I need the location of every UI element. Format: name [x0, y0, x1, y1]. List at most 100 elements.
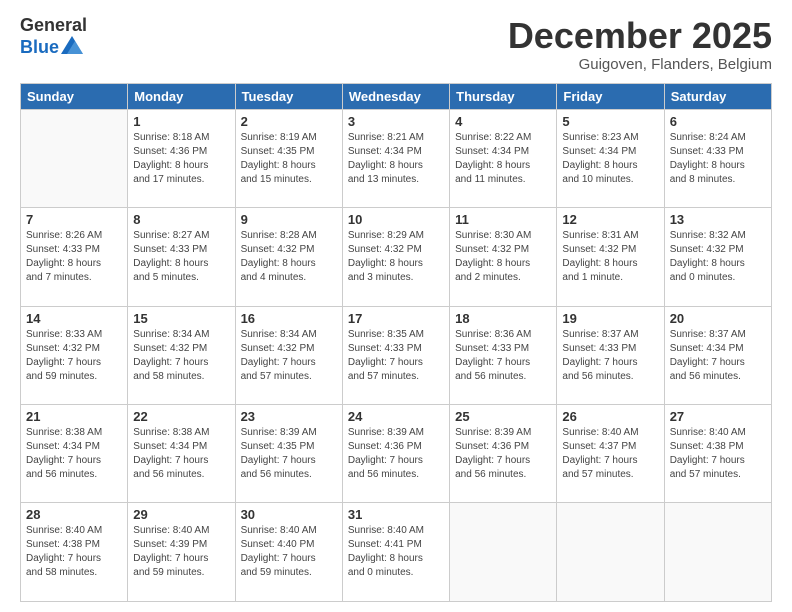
day-number: 25	[455, 409, 551, 424]
calendar-cell: 4 Sunrise: 8:22 AMSunset: 4:34 PMDaylight…	[450, 109, 557, 207]
calendar-cell: 22Sunrise: 8:38 AMSunset: 4:34 PMDayligh…	[128, 405, 235, 503]
calendar-week-1: 1 Sunrise: 8:18 AMSunset: 4:36 PMDaylight…	[21, 109, 772, 207]
day-number: 23	[241, 409, 337, 424]
day-number: 4	[455, 114, 551, 129]
calendar-week-4: 21 Sunrise: 8:38 AMSunset: 4:34 PMDayligh…	[21, 405, 772, 503]
day-info: Sunrise: 8:36 AMSunset: 4:33 PMDaylight:…	[455, 328, 551, 384]
day-number: 2	[241, 114, 337, 129]
calendar-cell	[21, 109, 128, 207]
calendar-cell: 21Sunrise: 8:38 AMSunset: 4:34 PMDayligh…	[21, 405, 128, 503]
day-number: 26	[562, 409, 658, 424]
calendar-cell: 9Sunrise: 8:28 AMSunset: 4:32 PMDaylight…	[235, 208, 342, 306]
day-info: Sunrise: 8:32 AMSunset: 4:32 PMDaylight:…	[670, 229, 766, 285]
header-row: Sunday Monday Tuesday Wednesday Thursday…	[21, 83, 772, 109]
day-info: Sunrise: 8:39 AMSunset: 4:36 PMDaylight:…	[348, 426, 444, 482]
calendar-cell: 5 Sunrise: 8:23 AMSunset: 4:34 PMDaylight…	[557, 109, 664, 207]
day-info: Sunrise: 8:34 AMSunset: 4:32 PMDaylight:…	[241, 328, 337, 384]
calendar-cell: 1 Sunrise: 8:18 AMSunset: 4:36 PMDaylight…	[128, 109, 235, 207]
day-number: 15	[133, 311, 229, 326]
day-number: 18	[455, 311, 551, 326]
day-number: 28	[26, 507, 122, 522]
calendar-cell: 13Sunrise: 8:32 AMSunset: 4:32 PMDayligh…	[664, 208, 771, 306]
day-number: 11	[455, 212, 551, 227]
day-info: Sunrise: 8:18 AMSunset: 4:36 PMDaylight:…	[133, 131, 229, 187]
day-info: Sunrise: 8:24 AMSunset: 4:33 PMDaylight:…	[670, 131, 766, 187]
calendar-cell: 25Sunrise: 8:39 AMSunset: 4:36 PMDayligh…	[450, 405, 557, 503]
day-info: Sunrise: 8:22 AMSunset: 4:34 PMDaylight:…	[455, 131, 551, 187]
calendar-cell: 7 Sunrise: 8:26 AMSunset: 4:33 PMDaylight…	[21, 208, 128, 306]
calendar-header: Sunday Monday Tuesday Wednesday Thursday…	[21, 83, 772, 109]
day-info: Sunrise: 8:31 AMSunset: 4:32 PMDaylight:…	[562, 229, 658, 285]
col-wednesday: Wednesday	[342, 83, 449, 109]
page: General Blue December 2025 Guigoven, F	[0, 0, 792, 612]
day-number: 12	[562, 212, 658, 227]
calendar-cell: 8 Sunrise: 8:27 AMSunset: 4:33 PMDaylight…	[128, 208, 235, 306]
day-number: 16	[241, 311, 337, 326]
day-info: Sunrise: 8:39 AMSunset: 4:35 PMDaylight:…	[241, 426, 337, 482]
day-info: Sunrise: 8:40 AMSunset: 4:37 PMDaylight:…	[562, 426, 658, 482]
calendar-cell: 29 Sunrise: 8:40 AMSunset: 4:39 PMDayligh…	[128, 503, 235, 602]
calendar-cell: 17Sunrise: 8:35 AMSunset: 4:33 PMDayligh…	[342, 306, 449, 404]
day-number: 6	[670, 114, 766, 129]
calendar-cell: 10 Sunrise: 8:29 AMSunset: 4:32 PMDayligh…	[342, 208, 449, 306]
day-info: Sunrise: 8:26 AMSunset: 4:33 PMDaylight:…	[26, 229, 122, 285]
day-number: 27	[670, 409, 766, 424]
day-info: Sunrise: 8:34 AMSunset: 4:32 PMDaylight:…	[133, 328, 229, 384]
title-section: December 2025 Guigoven, Flanders, Belgiu…	[508, 16, 772, 73]
day-number: 24	[348, 409, 444, 424]
day-info: Sunrise: 8:30 AMSunset: 4:32 PMDaylight:…	[455, 229, 551, 285]
day-info: Sunrise: 8:27 AMSunset: 4:33 PMDaylight:…	[133, 229, 229, 285]
day-number: 1	[133, 114, 229, 129]
day-number: 5	[562, 114, 658, 129]
day-number: 29	[133, 507, 229, 522]
day-number: 31	[348, 507, 444, 522]
day-info: Sunrise: 8:19 AMSunset: 4:35 PMDaylight:…	[241, 131, 337, 187]
header: General Blue December 2025 Guigoven, F	[20, 16, 772, 73]
day-info: Sunrise: 8:28 AMSunset: 4:32 PMDaylight:…	[241, 229, 337, 285]
day-info: Sunrise: 8:35 AMSunset: 4:33 PMDaylight:…	[348, 328, 444, 384]
day-number: 20	[670, 311, 766, 326]
day-info: Sunrise: 8:37 AMSunset: 4:34 PMDaylight:…	[670, 328, 766, 384]
logo-blue: Blue	[20, 38, 59, 58]
calendar-week-3: 14Sunrise: 8:33 AMSunset: 4:32 PMDayligh…	[21, 306, 772, 404]
logo-icon	[61, 36, 83, 59]
day-number: 3	[348, 114, 444, 129]
calendar-cell: 27Sunrise: 8:40 AMSunset: 4:38 PMDayligh…	[664, 405, 771, 503]
day-number: 7	[26, 212, 122, 227]
location-subtitle: Guigoven, Flanders, Belgium	[508, 56, 772, 73]
day-number: 10	[348, 212, 444, 227]
calendar-cell: 15 Sunrise: 8:34 AMSunset: 4:32 PMDayligh…	[128, 306, 235, 404]
day-info: Sunrise: 8:40 AMSunset: 4:39 PMDaylight:…	[133, 524, 229, 580]
calendar-cell: 14Sunrise: 8:33 AMSunset: 4:32 PMDayligh…	[21, 306, 128, 404]
calendar-cell: 3 Sunrise: 8:21 AMSunset: 4:34 PMDaylight…	[342, 109, 449, 207]
day-info: Sunrise: 8:40 AMSunset: 4:40 PMDaylight:…	[241, 524, 337, 580]
calendar-week-5: 28Sunrise: 8:40 AMSunset: 4:38 PMDayligh…	[21, 503, 772, 602]
col-saturday: Saturday	[664, 83, 771, 109]
day-info: Sunrise: 8:21 AMSunset: 4:34 PMDaylight:…	[348, 131, 444, 187]
day-info: Sunrise: 8:37 AMSunset: 4:33 PMDaylight:…	[562, 328, 658, 384]
calendar-cell	[664, 503, 771, 602]
day-number: 8	[133, 212, 229, 227]
day-info: Sunrise: 8:38 AMSunset: 4:34 PMDaylight:…	[133, 426, 229, 482]
calendar-cell: 18 Sunrise: 8:36 AMSunset: 4:33 PMDayligh…	[450, 306, 557, 404]
calendar-cell: 19Sunrise: 8:37 AMSunset: 4:33 PMDayligh…	[557, 306, 664, 404]
calendar-week-2: 7 Sunrise: 8:26 AMSunset: 4:33 PMDaylight…	[21, 208, 772, 306]
calendar-cell: 30Sunrise: 8:40 AMSunset: 4:40 PMDayligh…	[235, 503, 342, 602]
calendar-table: Sunday Monday Tuesday Wednesday Thursday…	[20, 83, 772, 602]
calendar-body: 1 Sunrise: 8:18 AMSunset: 4:36 PMDaylight…	[21, 109, 772, 601]
calendar-cell: 16 Sunrise: 8:34 AMSunset: 4:32 PMDayligh…	[235, 306, 342, 404]
calendar-cell: 23 Sunrise: 8:39 AMSunset: 4:35 PMDayligh…	[235, 405, 342, 503]
col-tuesday: Tuesday	[235, 83, 342, 109]
calendar-cell: 6 Sunrise: 8:24 AMSunset: 4:33 PMDaylight…	[664, 109, 771, 207]
day-info: Sunrise: 8:23 AMSunset: 4:34 PMDaylight:…	[562, 131, 658, 187]
day-number: 21	[26, 409, 122, 424]
calendar-cell: 12 Sunrise: 8:31 AMSunset: 4:32 PMDayligh…	[557, 208, 664, 306]
col-sunday: Sunday	[21, 83, 128, 109]
col-thursday: Thursday	[450, 83, 557, 109]
col-friday: Friday	[557, 83, 664, 109]
calendar-cell	[450, 503, 557, 602]
day-info: Sunrise: 8:29 AMSunset: 4:32 PMDaylight:…	[348, 229, 444, 285]
calendar-cell	[557, 503, 664, 602]
calendar-cell: 2 Sunrise: 8:19 AMSunset: 4:35 PMDaylight…	[235, 109, 342, 207]
logo-general: General	[20, 16, 87, 36]
